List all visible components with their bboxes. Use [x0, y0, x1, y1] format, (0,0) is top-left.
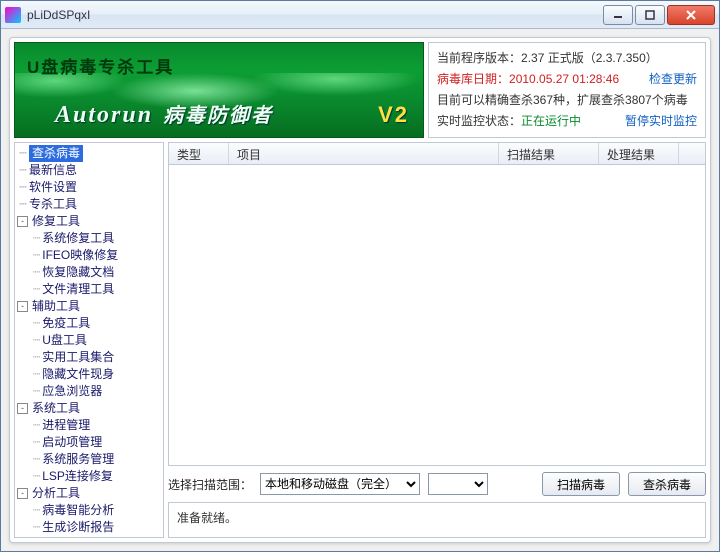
right-pane: 类型项目扫描结果处理结果 选择扫描范围： 本地和移动磁盘（完全） 扫描病毒 查杀… — [168, 142, 706, 538]
tree-item-label: 实用工具集合 — [42, 349, 114, 366]
minimize-button[interactable] — [603, 5, 633, 25]
kill-button[interactable]: 查杀病毒 — [628, 472, 706, 496]
scan-results-list[interactable]: 类型项目扫描结果处理结果 — [168, 142, 706, 466]
banner-title: U盘病毒专杀工具 — [27, 53, 174, 78]
collapse-icon[interactable]: - — [17, 403, 28, 414]
collapse-icon[interactable]: - — [17, 488, 28, 499]
tree-item[interactable]: 应急浏览器 — [15, 383, 163, 400]
tree-item[interactable]: 免疫工具 — [15, 315, 163, 332]
tree-item-label: 系统修复工具 — [42, 230, 114, 247]
window-title: pLiDdSPqxI — [27, 8, 601, 22]
tree-item[interactable]: ┈查杀病毒 — [15, 145, 163, 162]
tree-item-label: 系统服务管理 — [42, 451, 114, 468]
collapse-icon[interactable]: - — [17, 301, 28, 312]
nav-tree[interactable]: ┈查杀病毒┈最新信息┈软件设置┈专杀工具-修复工具系统修复工具IFEO映像修复恢… — [14, 142, 164, 538]
tree-item[interactable]: 启动项管理 — [15, 434, 163, 451]
drive-select[interactable] — [428, 473, 488, 495]
tree-item-label: 辅助工具 — [32, 298, 80, 315]
tree-item[interactable]: -修复工具 — [15, 213, 163, 230]
scan-range-select[interactable]: 本地和移动磁盘（完全） — [260, 473, 420, 495]
tree-item[interactable]: -病毒上报 — [15, 536, 163, 538]
tree-item-label: 查杀病毒 — [29, 145, 83, 162]
tree-item[interactable]: 实用工具集合 — [15, 349, 163, 366]
tree-item[interactable]: 恢复隐藏文档 — [15, 264, 163, 281]
tree-item-label: 病毒智能分析 — [42, 502, 114, 519]
banner-version: V2 — [378, 102, 409, 128]
scan-button[interactable]: 扫描病毒 — [542, 472, 620, 496]
tree-item[interactable]: ┈专杀工具 — [15, 196, 163, 213]
window-controls — [601, 5, 715, 25]
banner-subtitle: Autorun 病毒防御者 V2 — [55, 99, 415, 129]
tree-item[interactable]: 生成诊断报告 — [15, 519, 163, 536]
pause-monitor-link[interactable]: 暂停实时监控 — [625, 112, 697, 129]
tree-item-label: 启动项管理 — [42, 434, 102, 451]
tree-item[interactable]: ┈最新信息 — [15, 162, 163, 179]
tree-item[interactable]: ┈软件设置 — [15, 179, 163, 196]
body-row: ┈查杀病毒┈最新信息┈软件设置┈专杀工具-修复工具系统修复工具IFEO映像修复恢… — [14, 142, 706, 538]
tree-item-label: 专杀工具 — [29, 196, 77, 213]
main-card: U盘病毒专杀工具 Autorun 病毒防御者 V2 当前程序版本：2.37 正式… — [9, 37, 711, 543]
tree-item-label: 系统工具 — [32, 400, 80, 417]
column-header[interactable]: 类型 — [169, 143, 229, 164]
tree-item[interactable]: -系统工具 — [15, 400, 163, 417]
list-header: 类型项目扫描结果处理结果 — [169, 143, 705, 165]
info-db-date: 病毒库日期：2010.05.27 01:28:46 检查更新 — [437, 70, 697, 87]
tree-item-label: 免疫工具 — [42, 315, 90, 332]
column-header[interactable]: 项目 — [229, 143, 499, 164]
tree-item-label: LSP连接修复 — [42, 468, 113, 485]
scan-range-label: 选择扫描范围： — [168, 476, 252, 493]
tree-item-label: 恢复隐藏文档 — [42, 264, 114, 281]
app-icon — [5, 7, 21, 23]
tree-item[interactable]: U盘工具 — [15, 332, 163, 349]
header-row: U盘病毒专杀工具 Autorun 病毒防御者 V2 当前程序版本：2.37 正式… — [14, 42, 706, 138]
tree-item[interactable]: -分析工具 — [15, 485, 163, 502]
info-version: 当前程序版本：2.37 正式版（2.3.7.350） — [437, 49, 697, 66]
status-text: 准备就绪。 — [177, 509, 237, 526]
tree-item-label: IFEO映像修复 — [42, 247, 118, 264]
close-button[interactable] — [667, 5, 715, 25]
tree-item[interactable]: 隐藏文件现身 — [15, 366, 163, 383]
tree-item-label: 生成诊断报告 — [42, 519, 114, 536]
tree-item-label: 隐藏文件现身 — [42, 366, 114, 383]
tree-item[interactable]: 病毒智能分析 — [15, 502, 163, 519]
tree-item-label: 最新信息 — [29, 162, 77, 179]
tree-item-label: 文件清理工具 — [42, 281, 114, 298]
tree-item-label: 分析工具 — [32, 485, 80, 502]
list-body — [169, 165, 705, 465]
tree-item-label: 修复工具 — [32, 213, 80, 230]
scan-controls: 选择扫描范围： 本地和移动磁盘（完全） 扫描病毒 查杀病毒 — [168, 470, 706, 498]
tree-item[interactable]: IFEO映像修复 — [15, 247, 163, 264]
banner-subtext: 病毒防御者 — [163, 99, 273, 128]
status-box: 准备就绪。 — [168, 502, 706, 538]
info-kill-count: 目前可以精确查杀367种，扩展查杀3807个病毒 — [437, 91, 697, 108]
tree-item[interactable]: 进程管理 — [15, 417, 163, 434]
maximize-button[interactable] — [635, 5, 665, 25]
app-window: pLiDdSPqxI U盘病毒专杀工具 Autorun 病毒防御者 V2 — [0, 0, 720, 552]
banner: U盘病毒专杀工具 Autorun 病毒防御者 V2 — [14, 42, 424, 138]
collapse-icon[interactable]: - — [17, 216, 28, 227]
column-header[interactable]: 扫描结果 — [499, 143, 599, 164]
tree-item-label: 软件设置 — [29, 179, 77, 196]
column-header[interactable]: 处理结果 — [599, 143, 679, 164]
tree-item-label: 应急浏览器 — [42, 383, 102, 400]
info-panel: 当前程序版本：2.37 正式版（2.3.7.350） 病毒库日期：2010.05… — [428, 42, 706, 138]
client-area: U盘病毒专杀工具 Autorun 病毒防御者 V2 当前程序版本：2.37 正式… — [1, 29, 719, 551]
check-update-link[interactable]: 检查更新 — [649, 70, 697, 87]
titlebar[interactable]: pLiDdSPqxI — [1, 1, 719, 29]
tree-item[interactable]: -辅助工具 — [15, 298, 163, 315]
tree-item-label: 进程管理 — [42, 417, 90, 434]
tree-item[interactable]: 系统服务管理 — [15, 451, 163, 468]
tree-item[interactable]: 文件清理工具 — [15, 281, 163, 298]
banner-script: Autorun — [55, 102, 153, 129]
tree-item-label: U盘工具 — [42, 332, 87, 349]
tree-item[interactable]: LSP连接修复 — [15, 468, 163, 485]
info-monitor-status: 实时监控状态：正在运行中 暂停实时监控 — [437, 112, 697, 129]
tree-item-label: 病毒上报 — [32, 536, 80, 538]
tree-item[interactable]: 系统修复工具 — [15, 230, 163, 247]
